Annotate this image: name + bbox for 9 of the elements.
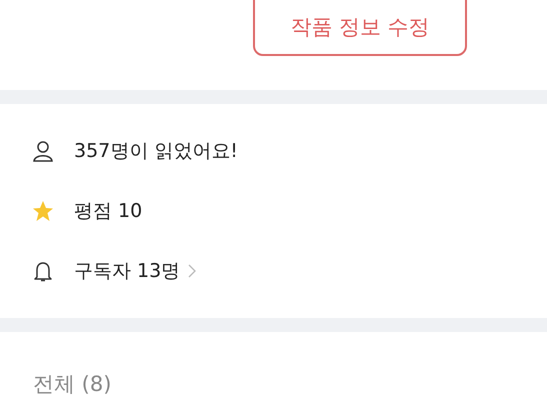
section-heading: 전체 (8) xyxy=(33,372,112,396)
chevron-icon xyxy=(188,264,196,278)
person-icon xyxy=(32,140,54,162)
bell-icon xyxy=(32,260,54,282)
star-icon xyxy=(32,200,54,222)
subscriber-link[interactable]: 구독자 13명 xyxy=(74,258,196,284)
stat-text: 357명이 읽었어요! xyxy=(74,139,238,164)
edit-info-button[interactable]: 작품 정보 수정 xyxy=(253,0,467,56)
stat-text: 평점 10 xyxy=(74,199,142,224)
